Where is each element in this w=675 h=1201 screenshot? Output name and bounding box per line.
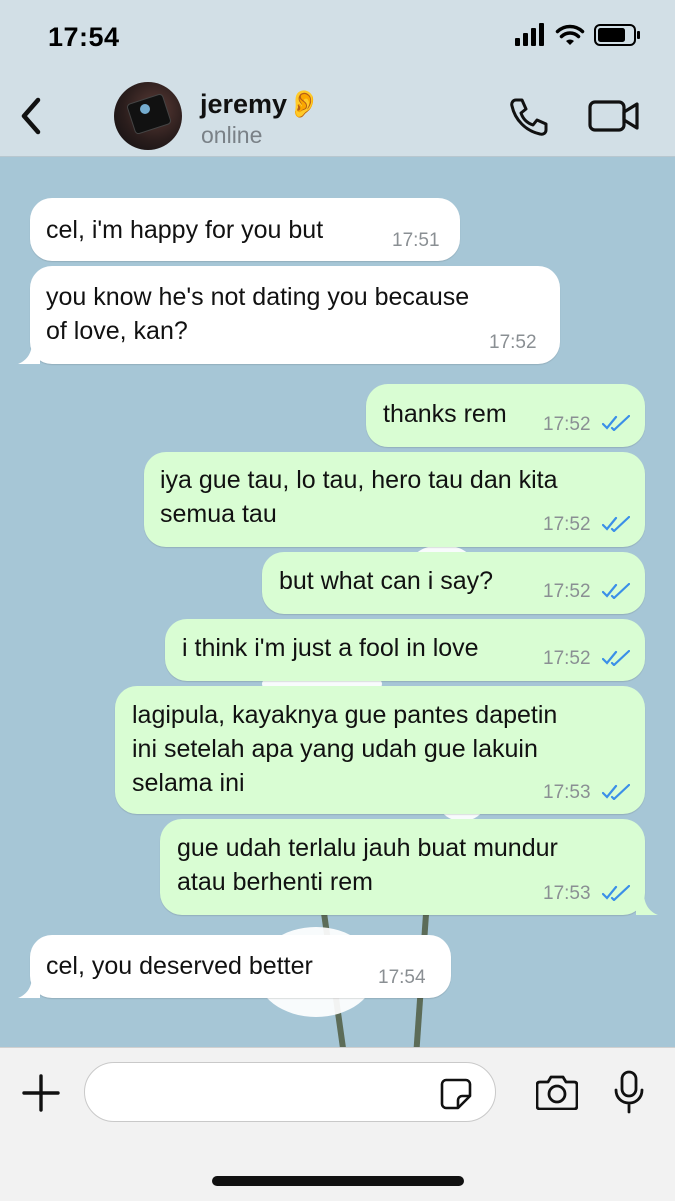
message-bubble-outgoing[interactable]: iya gue tau, lo tau, hero tau dan kita s… — [144, 452, 645, 547]
read-ticks-icon — [602, 516, 630, 532]
plus-icon[interactable] — [22, 1074, 60, 1112]
camera-icon[interactable] — [536, 1074, 578, 1110]
message-time: 17:52 — [543, 414, 591, 435]
bubble-tail — [636, 893, 658, 915]
contact-name[interactable]: jeremy👂 — [200, 88, 321, 120]
bubble-tail — [18, 976, 40, 998]
cellular-signal-icon — [515, 23, 544, 46]
message-text: you know he's not dating you because of … — [46, 283, 470, 345]
microphone-icon[interactable] — [614, 1070, 644, 1114]
message-text: lagipula, kayaknya gue pantes dapetin in… — [132, 701, 558, 797]
contact-avatar[interactable] — [114, 82, 182, 150]
chat-header: jeremy👂 online — [0, 78, 675, 157]
read-ticks-icon — [602, 885, 630, 901]
message-input-bar — [0, 1047, 675, 1201]
message-text: thanks rem — [383, 400, 507, 428]
message-bubble-outgoing[interactable]: thanks rem 17:52 — [366, 384, 645, 447]
home-indicator[interactable] — [212, 1176, 464, 1186]
sticker-icon[interactable] — [440, 1078, 472, 1110]
read-ticks-icon — [602, 415, 630, 431]
message-bubble-incoming[interactable]: cel, i'm happy for you but 17:51 — [30, 198, 460, 261]
video-camera-icon[interactable] — [588, 98, 640, 134]
message-text: but what can i say? — [279, 567, 494, 595]
message-time: 17:52 — [543, 514, 591, 535]
status-bar: 17:54 — [0, 0, 675, 78]
message-text: cel, i'm happy for you but — [46, 216, 324, 244]
message-bubble-incoming[interactable]: cel, you deserved better 17:54 — [30, 935, 451, 998]
message-bubble-outgoing[interactable]: i think i'm just a fool in love 17:52 — [165, 619, 645, 681]
back-chevron-icon[interactable] — [16, 94, 46, 138]
contact-status: online — [201, 122, 263, 148]
read-ticks-icon — [602, 583, 630, 599]
message-text: cel, you deserved better — [46, 952, 313, 980]
message-bubble-incoming[interactable]: you know he's not dating you because of … — [30, 266, 560, 364]
status-time: 17:54 — [48, 22, 120, 52]
message-text: gue udah terlalu jauh buat mundur atau b… — [177, 834, 558, 896]
message-time: 17:51 — [392, 230, 440, 251]
message-bubble-outgoing[interactable]: but what can i say? 17:52 — [262, 552, 645, 614]
read-ticks-icon — [602, 784, 630, 800]
read-ticks-icon — [602, 650, 630, 666]
chat-area[interactable]: cel, i'm happy for you but 17:51 you kno… — [0, 157, 675, 1047]
message-input[interactable] — [84, 1062, 496, 1122]
status-icons — [515, 23, 640, 46]
message-time: 17:53 — [543, 883, 591, 904]
wifi-icon — [555, 24, 585, 45]
phone-icon[interactable] — [508, 96, 550, 138]
message-text: iya gue tau, lo tau, hero tau dan kita s… — [160, 466, 558, 528]
message-time: 17:53 — [543, 782, 591, 803]
message-time: 17:52 — [543, 648, 591, 669]
message-text: i think i'm just a fool in love — [182, 634, 479, 662]
message-time: 17:52 — [489, 332, 537, 353]
battery-icon — [594, 24, 640, 46]
message-bubble-outgoing[interactable]: lagipula, kayaknya gue pantes dapetin in… — [115, 686, 645, 814]
message-bubble-outgoing[interactable]: gue udah terlalu jauh buat mundur atau b… — [160, 819, 645, 915]
message-time: 17:54 — [378, 967, 426, 988]
bubble-tail — [18, 342, 40, 364]
message-time: 17:52 — [543, 581, 591, 602]
